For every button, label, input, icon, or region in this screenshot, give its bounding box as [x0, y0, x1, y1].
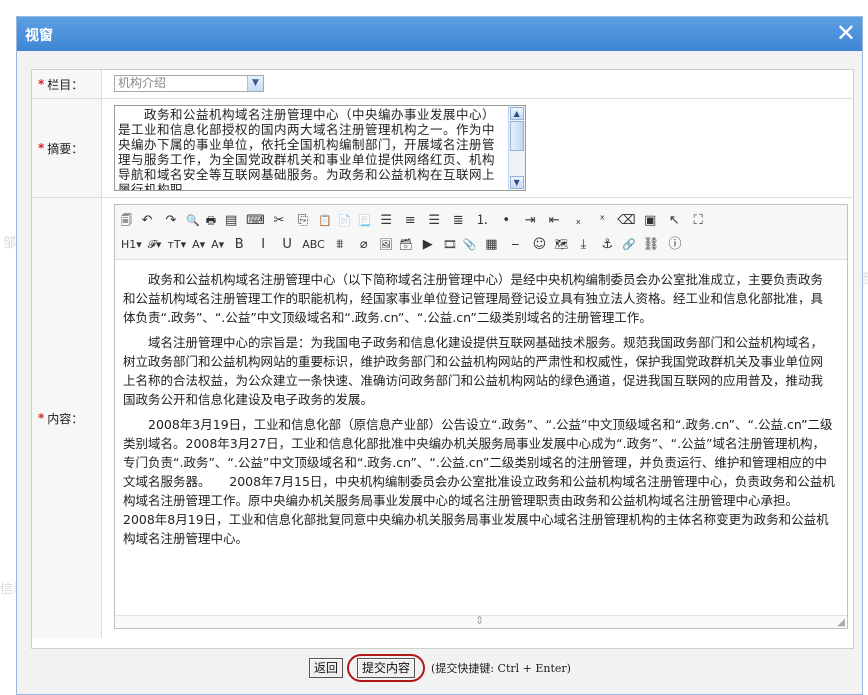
- scroll-down-icon[interactable]: ▼: [510, 176, 524, 189]
- summary-scrollbar[interactable]: ▲ ▼: [508, 106, 525, 190]
- remove-format-icon[interactable]: ⌀: [355, 236, 373, 254]
- font-color-icon[interactable]: A▾: [192, 236, 205, 254]
- ordered-list-icon[interactable]: ⒈: [473, 212, 491, 230]
- submit-highlight-ring: 提交内容: [347, 654, 426, 682]
- multi-image-icon[interactable]: 🗃: [399, 236, 413, 254]
- emoticon-icon[interactable]: ☺: [530, 236, 548, 254]
- about-icon[interactable]: ⓘ: [666, 236, 684, 254]
- print-icon[interactable]: 🖶: [206, 212, 216, 230]
- column-row: * 栏目： 机构介绍 ▼: [32, 70, 853, 99]
- italic-icon[interactable]: I: [254, 236, 272, 254]
- scroll-up-icon[interactable]: ▲: [510, 107, 524, 120]
- required-star: *: [38, 411, 45, 425]
- underline-icon[interactable]: U: [278, 236, 296, 254]
- content-paragraph: 政务和公益机构域名注册管理中心（以下简称域名注册管理中心）是经中央机构编制委员会…: [123, 272, 824, 325]
- attachment-icon[interactable]: 📎: [463, 236, 477, 254]
- editor-statusbar: ⇕ ◢: [115, 614, 847, 628]
- copy-icon[interactable]: ⎘: [294, 212, 312, 230]
- media-icon[interactable]: 🎞: [443, 236, 457, 254]
- unlink-icon[interactable]: ⛓: [642, 236, 660, 254]
- outdent-icon[interactable]: ⇤: [545, 212, 563, 230]
- content-row: * 内容： 🗐 ↶ ↷ 🔍 🖶 ▤ ⌨ ✂ ⎘ 📋 📄 📃 ☰ ≡ ☰ ≣ ⒈ • ⇥ ⇤ ₓ ˣ ⌫ ▣ ↖ ⛶ H1▾ 𝓕▾ тT…: [32, 198, 853, 638]
- code-icon[interactable]: ⌨: [246, 212, 265, 230]
- strikethrough-icon[interactable]: ABC: [302, 236, 325, 254]
- chevron-down-icon[interactable]: ▼: [247, 76, 263, 91]
- subscript-icon[interactable]: ₓ: [569, 212, 587, 230]
- clear-format-icon[interactable]: ⌫: [617, 212, 635, 230]
- edit-form: * 栏目： 机构介绍 ▼ * 摘要： 政务和公益机构域名注册管理中心（中央编办事…: [31, 69, 854, 649]
- dialog-title: 视窗: [25, 28, 53, 44]
- dialog-titlebar[interactable]: 视窗 ✕: [17, 17, 862, 51]
- submit-button[interactable]: 提交内容: [357, 658, 416, 678]
- map-icon[interactable]: 🗺: [554, 236, 568, 254]
- select-all-icon[interactable]: ▣: [641, 212, 659, 230]
- content-paragraph: 域名注册管理中心的宗旨是：为我国电子政务和信息化建设提供互联网基础技术服务。规范…: [123, 335, 824, 407]
- summary-label: 摘要：: [47, 141, 84, 156]
- align-right-icon[interactable]: ☰: [425, 212, 443, 230]
- flash-icon[interactable]: ▶: [419, 236, 437, 254]
- scroll-thumb[interactable]: [510, 121, 524, 151]
- link-icon[interactable]: 🔗: [622, 236, 636, 254]
- cursor-icon[interactable]: ↖: [665, 212, 683, 230]
- summary-row: * 摘要： 政务和公益机构域名注册管理中心（中央编办事业发展中心）是工业和信息化…: [32, 99, 853, 198]
- content-label-cell: * 内容：: [32, 198, 102, 638]
- editor-content[interactable]: 政务和公益机构域名注册管理中心（以下简称域名注册管理中心）是经中央机构编制委员会…: [115, 260, 847, 548]
- preview-icon[interactable]: 🔍: [186, 212, 200, 230]
- redo-icon[interactable]: ↷: [162, 212, 180, 230]
- image-icon[interactable]: 🖼: [379, 236, 393, 254]
- summary-text: 政务和公益机构域名注册管理中心（中央编办事业发展中心）是工业和信息化部授权的国内…: [118, 107, 496, 191]
- content-label: 内容：: [47, 411, 84, 426]
- font-family-icon[interactable]: 𝓕▾: [148, 236, 162, 254]
- highlight-icon[interactable]: A▾: [211, 236, 224, 254]
- summary-textarea[interactable]: 政务和公益机构域名注册管理中心（中央编办事业发展中心）是工业和信息化部授权的国内…: [114, 105, 526, 191]
- shortcut-hint: (提交快捷键: Ctrl + Enter): [431, 662, 571, 675]
- resize-grip-icon[interactable]: ⇕: [475, 614, 484, 627]
- column-label: 栏目：: [47, 77, 84, 92]
- close-icon[interactable]: ✕: [836, 20, 856, 46]
- column-label-cell: * 栏目：: [32, 70, 102, 98]
- table-icon[interactable]: ▦: [482, 236, 500, 254]
- paste-icon[interactable]: 📋: [318, 212, 332, 230]
- source-icon[interactable]: 🗐: [121, 212, 132, 230]
- background-fragment: 邹: [3, 236, 17, 251]
- rich-text-editor[interactable]: 🗐 ↶ ↷ 🔍 🖶 ▤ ⌨ ✂ ⎘ 📋 📄 📃 ☰ ≡ ☰ ≣ ⒈ • ⇥ ⇤ ₓ ˣ ⌫ ▣ ↖ ⛶ H1▾ 𝓕▾ тT▾ A▾ A▾ B…: [114, 204, 848, 629]
- superscript-icon[interactable]: ˣ: [593, 212, 611, 230]
- toolbar-row-1: 🗐 ↶ ↷ 🔍 🖶 ▤ ⌨ ✂ ⎘ 📋 📄 📃 ☰ ≡ ☰ ≣ ⒈ • ⇥ ⇤ ₓ ˣ ⌫ ▣ ↖ ⛶: [121, 210, 707, 232]
- align-justify-icon[interactable]: ≣: [449, 212, 467, 230]
- align-left-icon[interactable]: ☰: [377, 212, 395, 230]
- column-select[interactable]: 机构介绍 ▼: [114, 75, 264, 92]
- heading-icon[interactable]: H1▾: [121, 236, 142, 254]
- column-select-value: 机构介绍: [118, 76, 167, 90]
- unordered-list-icon[interactable]: •: [497, 212, 515, 230]
- paste-text-icon[interactable]: 📄: [338, 212, 352, 230]
- page-break-icon[interactable]: ⤓: [574, 236, 592, 254]
- back-button[interactable]: 返回: [309, 658, 344, 678]
- line-height-icon[interactable]: ⩩: [331, 236, 349, 254]
- fullscreen-icon[interactable]: ⛶: [689, 212, 707, 230]
- bold-icon[interactable]: B: [230, 236, 248, 254]
- align-center-icon[interactable]: ≡: [401, 212, 419, 230]
- indent-icon[interactable]: ⇥: [521, 212, 539, 230]
- font-size-icon[interactable]: тT▾: [167, 236, 186, 254]
- required-star: *: [38, 77, 45, 91]
- anchor-icon[interactable]: ⚓: [598, 236, 616, 254]
- content-paragraph: 2008年3月19日，工业和信息化部（原信息产业部）公告设立“.政务”、“.公益…: [123, 417, 835, 546]
- cut-icon[interactable]: ✂: [270, 212, 288, 230]
- template-icon[interactable]: ▤: [222, 212, 240, 230]
- required-star: *: [38, 141, 45, 155]
- paste-word-icon[interactable]: 📃: [358, 212, 372, 230]
- resize-corner-icon[interactable]: ◢: [837, 617, 845, 628]
- editor-toolbar: 🗐 ↶ ↷ 🔍 🖶 ▤ ⌨ ✂ ⎘ 📋 📄 📃 ☰ ≡ ☰ ≣ ⒈ • ⇥ ⇤ ₓ ˣ ⌫ ▣ ↖ ⛶ H1▾ 𝓕▾ тT▾ A▾ A▾ B…: [115, 205, 847, 260]
- hr-icon[interactable]: ⎯: [506, 236, 524, 254]
- dialog-window: 视窗 ✕ * 栏目： 机构介绍 ▼ * 摘要： 政务和公益机构域名注册管理中心（…: [16, 16, 863, 695]
- form-actions: 返回 提交内容 (提交快捷键: Ctrl + Enter): [309, 654, 571, 682]
- toolbar-row-2: H1▾ 𝓕▾ тT▾ A▾ A▾ B I U ABC ⩩ ⌀ 🖼 🗃 ▶ 🎞 📎 ▦ ⎯ ☺ 🗺 ⤓ ⚓ 🔗 ⛓ ⓘ: [121, 234, 684, 256]
- summary-label-cell: * 摘要：: [32, 99, 102, 197]
- undo-icon[interactable]: ↶: [138, 212, 156, 230]
